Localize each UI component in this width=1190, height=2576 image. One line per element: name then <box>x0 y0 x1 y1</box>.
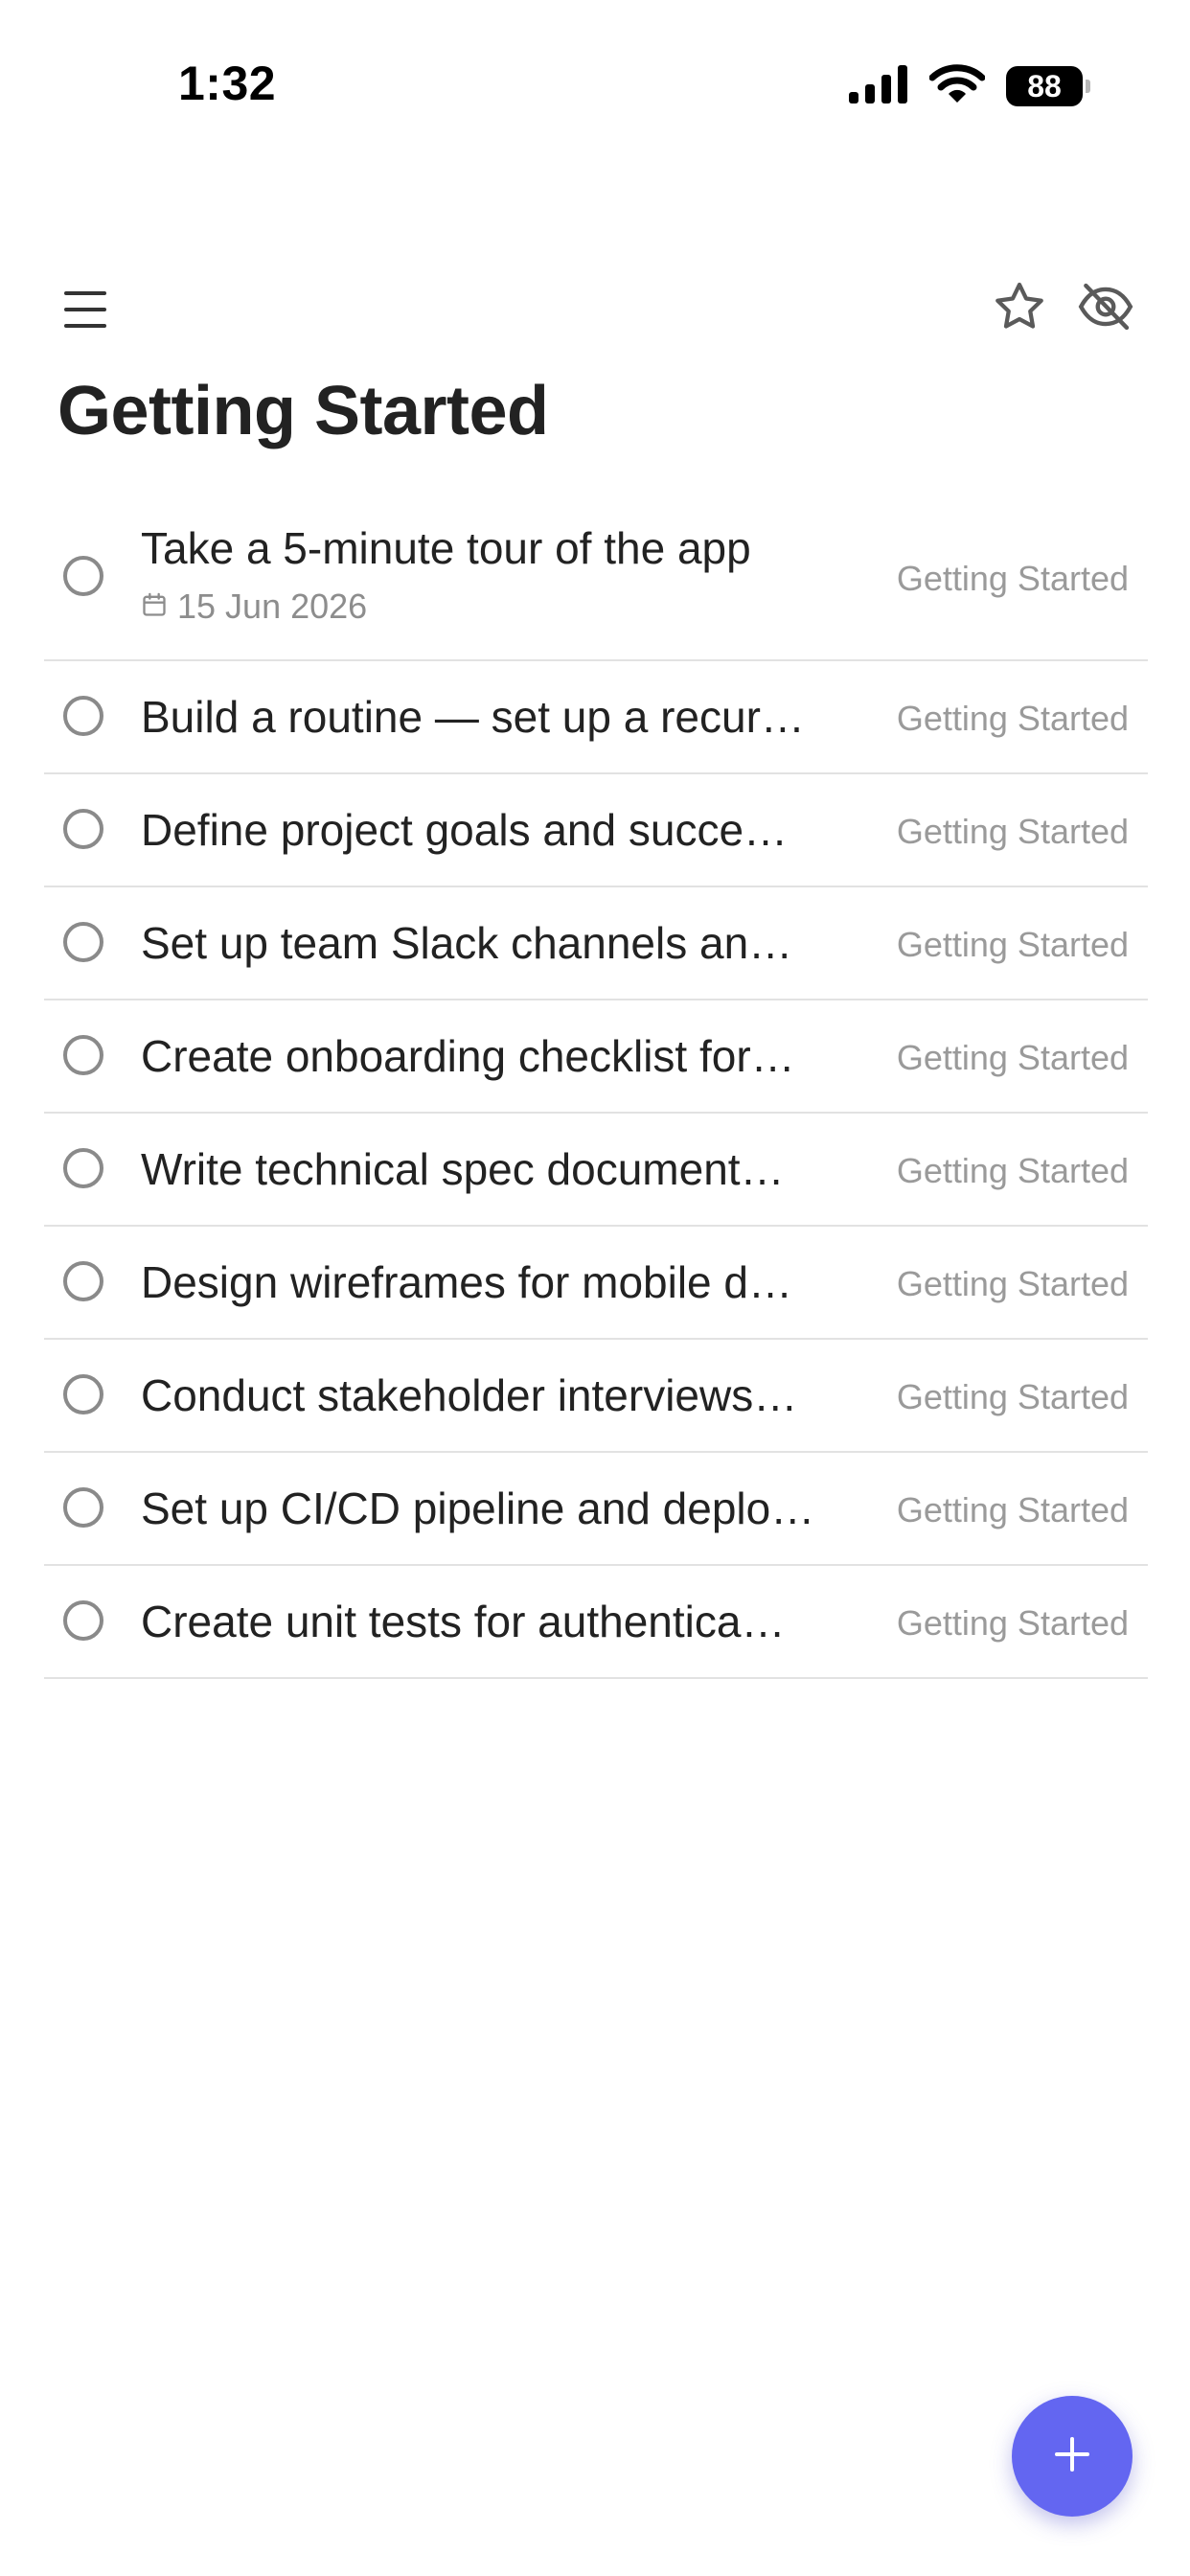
status-bar: 1:32 88 <box>0 0 1190 172</box>
task-checkbox[interactable] <box>63 1374 103 1414</box>
task-title: Take a 5-minute tour of the app <box>141 523 751 573</box>
task-date-text: 15 Jun 2026 <box>177 586 368 626</box>
task-title: Write technical spec document… <box>141 1144 785 1194</box>
battery-icon: 88 <box>1006 66 1090 106</box>
task-list: Take a 5-minute tour of the app 15 Jun 2… <box>44 498 1148 1679</box>
task-title: Build a routine — set up a recur… <box>141 692 805 742</box>
battery-cap <box>1086 80 1090 93</box>
task-checkbox[interactable] <box>63 556 103 596</box>
task-project: Getting Started <box>896 1151 1129 1190</box>
task-project: Getting Started <box>896 812 1129 851</box>
favorite-button[interactable] <box>989 278 1050 339</box>
task-project: Getting Started <box>896 1377 1129 1416</box>
task-title: Define project goals and succe… <box>141 805 789 855</box>
plus-icon <box>1051 2433 1093 2480</box>
task-project: Getting Started <box>896 1603 1129 1643</box>
task-row[interactable]: Set up team Slack channels an… Getting S… <box>44 887 1148 1000</box>
task-checkbox[interactable] <box>63 1261 103 1301</box>
task-row[interactable]: Take a 5-minute tour of the app 15 Jun 2… <box>44 498 1148 661</box>
task-row[interactable]: Build a routine — set up a recur… Gettin… <box>44 661 1148 774</box>
task-project: Getting Started <box>896 559 1129 598</box>
task-project: Getting Started <box>896 1264 1129 1303</box>
task-project: Getting Started <box>896 1490 1129 1530</box>
header-actions <box>989 278 1136 339</box>
task-due-date: 15 Jun 2026 <box>141 586 367 627</box>
task-title: Design wireframes for mobile d… <box>141 1257 793 1307</box>
add-task-button[interactable] <box>1012 2396 1133 2517</box>
task-checkbox[interactable] <box>63 809 103 849</box>
task-row[interactable]: Set up CI/CD pipeline and deplo… Getting… <box>44 1453 1148 1566</box>
star-icon <box>991 278 1048 340</box>
task-title: Set up team Slack channels an… <box>141 918 793 968</box>
task-row[interactable]: Create unit tests for authentica… Gettin… <box>44 1566 1148 1679</box>
task-project: Getting Started <box>896 699 1129 738</box>
task-checkbox[interactable] <box>63 1035 103 1075</box>
task-title: Create unit tests for authentica… <box>141 1597 786 1646</box>
hide-completed-button[interactable] <box>1075 278 1136 339</box>
page-title: Getting Started <box>57 373 549 449</box>
wifi-icon <box>928 63 986 109</box>
calendar-icon <box>141 586 168 627</box>
status-time: 1:32 <box>178 57 277 110</box>
task-checkbox[interactable] <box>63 1487 103 1528</box>
menu-button[interactable] <box>57 284 113 339</box>
task-row[interactable]: Design wireframes for mobile d… Getting … <box>44 1227 1148 1340</box>
task-title: Set up CI/CD pipeline and deplo… <box>141 1484 815 1533</box>
signal-icon <box>849 64 908 108</box>
task-checkbox[interactable] <box>63 922 103 962</box>
task-checkbox[interactable] <box>63 1148 103 1188</box>
menu-icon <box>62 289 108 334</box>
task-row[interactable]: Define project goals and succe… Getting … <box>44 774 1148 887</box>
task-checkbox[interactable] <box>63 696 103 736</box>
task-title: Conduct stakeholder interviews… <box>141 1370 798 1420</box>
task-project: Getting Started <box>896 1038 1129 1077</box>
task-checkbox[interactable] <box>63 1600 103 1641</box>
task-row[interactable]: Conduct stakeholder interviews… Getting … <box>44 1340 1148 1453</box>
eye-off-icon <box>1076 277 1135 341</box>
task-title: Create onboarding checklist for… <box>141 1031 795 1081</box>
task-row[interactable]: Write technical spec document… Getting S… <box>44 1114 1148 1227</box>
task-project: Getting Started <box>896 925 1129 964</box>
task-row[interactable]: Create onboarding checklist for… Getting… <box>44 1000 1148 1114</box>
battery-level: 88 <box>1027 68 1062 104</box>
status-icons: 88 <box>849 63 1090 109</box>
